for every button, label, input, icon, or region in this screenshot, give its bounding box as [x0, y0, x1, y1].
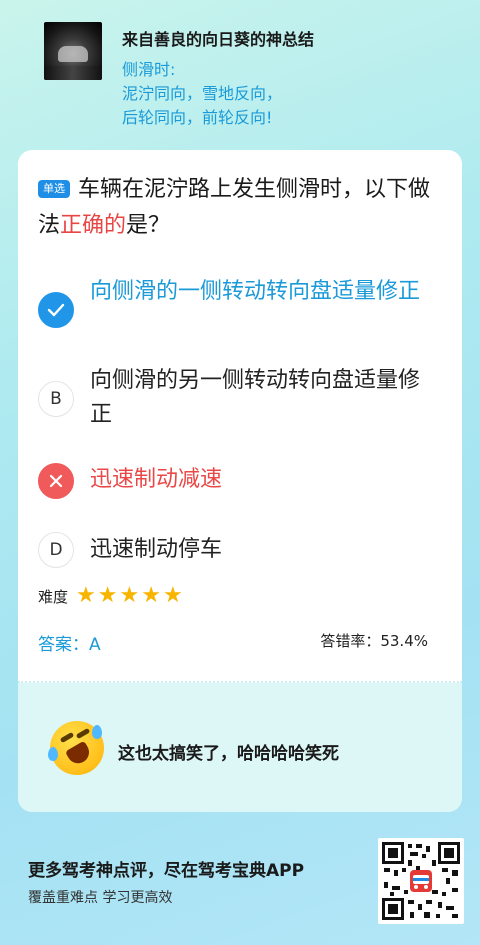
- summary-line-3: 后轮同向，前轮反向!: [122, 108, 273, 127]
- reaction-text: 这也太搞笑了，哈哈哈哈笑死: [118, 744, 339, 764]
- option-b-text: 向侧滑的另一侧转动转向盘适量修正: [90, 368, 421, 427]
- star-icon: ★: [76, 583, 96, 608]
- question-text-end: 是？: [126, 213, 171, 238]
- difficulty-rating: 难度 ★ ★ ★ ★ ★: [38, 582, 185, 610]
- avatar-car-shape: [58, 46, 88, 62]
- qr-code[interactable]: [378, 838, 464, 924]
- star-icon: ★: [141, 583, 161, 608]
- summary-line-1: 侧滑时:: [122, 60, 176, 79]
- option-d-text: 迅速制动停车: [90, 537, 223, 562]
- author-name: 来自善良的向日葵的神总结: [122, 30, 315, 49]
- cross-icon: [38, 463, 74, 499]
- question-card: 单选 车辆在泥泞路上发生侧滑时，以下做法正确的是？ 向侧滑的一侧转动转向盘适量修正…: [18, 150, 462, 812]
- star-icon: ★: [97, 583, 118, 608]
- question-highlight: 正确的: [60, 213, 127, 238]
- option-a-text: 向侧滑的一侧转动转向盘适量修正: [90, 279, 421, 304]
- summary-line-2: 泥泞同向，雪地反向，: [122, 84, 283, 103]
- promo-title: 更多驾考神点评，尽在驾考宝典APP: [28, 861, 305, 881]
- star-icon: ★: [162, 583, 183, 608]
- star-icon: ★: [119, 583, 140, 608]
- avatar[interactable]: [44, 22, 102, 80]
- question-type-badge: 单选: [38, 180, 70, 198]
- difficulty-label: 难度: [38, 587, 69, 606]
- option-c-text: 迅速制动减速: [90, 467, 223, 492]
- answer-text: 答案：A: [38, 635, 101, 655]
- reaction-panel: 这也太搞笑了，哈哈哈哈笑死: [18, 683, 462, 812]
- avatar-road-shape: [44, 66, 102, 80]
- option-d-key: D: [38, 532, 74, 568]
- error-rate-text: 答错率：53.4%: [320, 632, 428, 650]
- promo-subtitle: 覆盖重难点 学习更高效: [28, 890, 173, 906]
- question-text: 单选 车辆在泥泞路上发生侧滑时，以下做法正确的是？: [38, 172, 438, 244]
- rolling-laughing-emoji-icon: [48, 721, 104, 775]
- option-b-key: B: [38, 381, 74, 417]
- comment-header: 来自善良的向日葵的神总结 侧滑时: 泥泞同向，雪地反向， 后轮同向，前轮反向!: [44, 22, 464, 132]
- check-icon: [38, 292, 74, 328]
